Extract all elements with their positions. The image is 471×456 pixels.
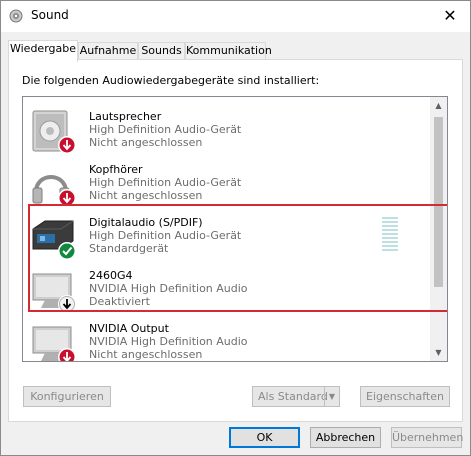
device-list[interactable]: Lautsprecher High Definition Audio-Gerät… [22,96,448,362]
apply-button[interactable]: Übernehmen [391,427,463,448]
device-status: Deaktiviert [89,295,150,308]
monitor-icon [32,273,76,313]
disabled-badge [58,295,76,313]
sound-dialog: Sound ✕ Wiedergabe Aufnahme Sounds Kommu… [0,0,471,456]
close-button[interactable]: ✕ [440,6,460,26]
disconnected-badge [58,136,76,154]
chevron-down-icon[interactable]: ▼ [324,387,339,406]
set-default-label: Als Standard [258,390,328,403]
device-name: Lautsprecher [89,110,162,123]
device-name: NVIDIA Output [89,322,169,335]
device-item-digitalaudio[interactable]: Digitalaudio (S/PDIF) High Definition Au… [23,207,430,265]
speaker-icon [32,110,76,154]
tab-wiedergabe[interactable]: Wiedergabe [8,40,78,62]
device-name: Digitalaudio (S/PDIF) [89,216,203,229]
vertical-scrollbar[interactable]: ▲ ▼ [430,97,447,361]
device-item-lautsprecher[interactable]: Lautsprecher High Definition Audio-Gerät… [23,101,430,159]
close-icon: ✕ [443,6,457,25]
device-name: Kopfhörer [89,163,143,176]
monitor-icon [32,326,76,361]
tab-kommunikation[interactable]: Kommunikation [185,42,272,60]
dialog-footer: OK Abbrechen Übernehmen [1,422,470,455]
default-check-badge [58,242,76,260]
sound-app-icon [9,9,23,23]
device-item-2460g4[interactable]: 2460G4 NVIDIA High Definition Audio Deak… [23,260,430,318]
tab-sounds[interactable]: Sounds [138,42,185,60]
device-driver: NVIDIA High Definition Audio [89,282,248,295]
device-status: Nicht angeschlossen [89,136,203,149]
device-name: 2460G4 [89,269,133,282]
device-status: Nicht angeschlossen [89,348,203,361]
device-driver: High Definition Audio-Gerät [89,229,242,242]
device-driver: NVIDIA High Definition Audio [89,335,248,348]
properties-button[interactable]: Eigenschaften [360,386,450,407]
scroll-down-arrow-icon[interactable]: ▼ [430,344,447,361]
headphones-icon [32,175,76,207]
panel-description: Die folgenden Audiowiedergabegeräte sind… [22,74,320,87]
set-default-button[interactable]: Als Standard ▼ [252,386,340,407]
configure-button[interactable]: Konfigurieren [23,386,111,407]
window-title: Sound [31,8,69,22]
device-driver: High Definition Audio-Gerät [89,123,242,136]
title-bar: Sound ✕ [1,1,470,32]
tab-aufnahme[interactable]: Aufnahme [78,42,138,60]
disconnected-badge [58,189,76,207]
device-item-kopfhoerer[interactable]: Kopfhörer High Definition Audio-Gerät Ni… [23,154,430,212]
device-driver: High Definition Audio-Gerät [89,176,242,189]
device-status: Standardgerät [89,242,169,255]
playback-panel: Die folgenden Audiowiedergabegeräte sind… [8,59,463,422]
device-item-nvidia-output[interactable]: NVIDIA Output NVIDIA High Definition Aud… [23,313,430,361]
scroll-thumb[interactable] [434,117,443,287]
device-status: Nicht angeschlossen [89,189,203,202]
digital-audio-icon [32,220,76,260]
scroll-up-arrow-icon[interactable]: ▲ [430,97,447,114]
level-meter [382,217,398,253]
dialog-body: Wiedergabe Aufnahme Sounds Kommunikation… [1,32,470,422]
cancel-button[interactable]: Abbrechen [310,427,381,448]
ok-button[interactable]: OK [229,427,300,448]
